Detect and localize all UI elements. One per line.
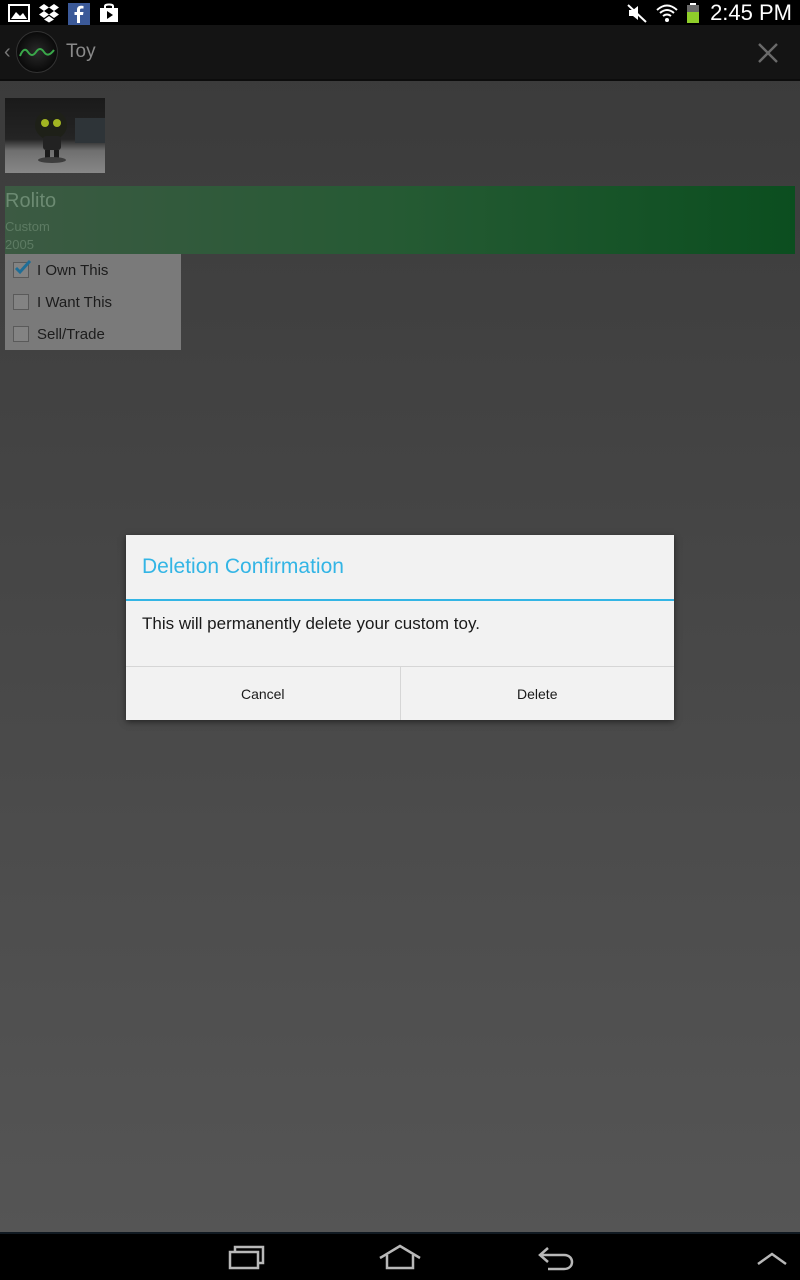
- toy-year: 2005: [5, 237, 34, 252]
- option-label: Sell/Trade: [37, 325, 105, 343]
- option-own[interactable]: I Own This: [13, 260, 108, 280]
- want-checkbox[interactable]: [13, 294, 29, 310]
- sell-trade-checkbox[interactable]: [13, 326, 29, 342]
- dialog-divider: [126, 599, 674, 601]
- toy-name: Rolito: [5, 190, 57, 212]
- checkmark-icon: [14, 260, 32, 275]
- wifi-icon: [656, 3, 678, 23]
- dropbox-icon: [38, 3, 60, 23]
- gallery-icon: [8, 3, 30, 23]
- delete-button[interactable]: Delete: [399, 667, 675, 720]
- action-bar: ‹ Toy: [0, 25, 800, 81]
- recent-apps-icon: [228, 1245, 265, 1270]
- toy-type: Custom: [5, 219, 50, 234]
- back-icon: [538, 1247, 574, 1271]
- option-label: I Own This: [37, 261, 109, 279]
- close-icon: [758, 43, 778, 63]
- toy-figure-image: [35, 110, 105, 163]
- menu-up-button[interactable]: [750, 1242, 794, 1274]
- home-icon: [379, 1244, 421, 1270]
- status-time: 2:45 PM: [710, 0, 792, 25]
- recent-apps-button[interactable]: [224, 1242, 268, 1274]
- back-button[interactable]: [534, 1242, 578, 1274]
- toy-photo[interactable]: [5, 98, 105, 173]
- back-chevron-icon[interactable]: ‹: [4, 41, 14, 64]
- facebook-icon: [68, 2, 90, 25]
- app-logo[interactable]: [16, 31, 58, 73]
- status-right: 2:45 PM: [626, 0, 792, 26]
- dialog-button-bar: Cancel Delete: [126, 666, 674, 720]
- deletion-dialog: Deletion Confirmation This will permanen…: [126, 535, 674, 720]
- close-button[interactable]: [754, 39, 782, 67]
- chevron-up-icon: [757, 1252, 787, 1266]
- dialog-title: Deletion Confirmation: [142, 555, 344, 578]
- option-label: I Want This: [37, 293, 113, 311]
- toy-name-banner: Rolito Custom 2005: [5, 186, 795, 254]
- home-button[interactable]: [378, 1242, 422, 1274]
- status-left: [8, 2, 120, 25]
- status-bar: 2:45 PM: [0, 0, 800, 25]
- ownership-options: I Own This I Want This Sell/Trade: [5, 254, 181, 350]
- navigation-bar: [0, 1232, 800, 1280]
- option-sell-trade[interactable]: Sell/Trade: [13, 324, 105, 344]
- dialog-message: This will permanently delete your custom…: [142, 614, 480, 633]
- own-checkbox[interactable]: [13, 260, 32, 278]
- app-logo-mark: [19, 48, 55, 57]
- page-title: Toy: [66, 41, 96, 62]
- mute-icon: [626, 3, 648, 23]
- battery-icon: [686, 2, 700, 23]
- cancel-button[interactable]: Cancel: [126, 667, 400, 720]
- option-want[interactable]: I Want This: [13, 292, 112, 312]
- play-store-icon: [98, 3, 120, 23]
